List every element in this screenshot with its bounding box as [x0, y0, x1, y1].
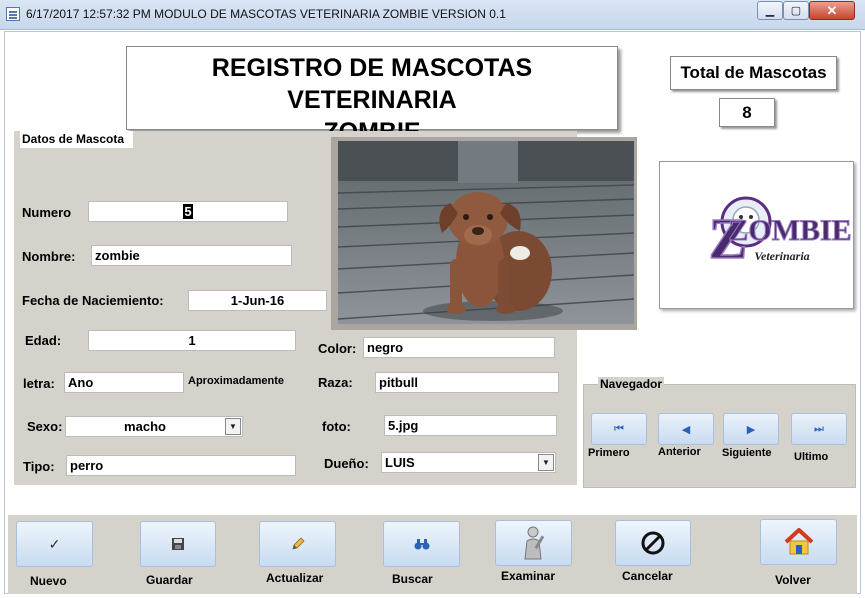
logo-sub: Veterinaria: [754, 249, 809, 263]
color-label: Color:: [318, 341, 357, 356]
check-icon: ✓: [48, 535, 61, 552]
total-mascotas-label: Total de Mascotas: [670, 56, 837, 90]
buscar-label: Buscar: [392, 572, 433, 586]
first-record-label: Primero: [588, 447, 630, 459]
pet-photo-drawing: [338, 141, 634, 324]
chevron-down-icon[interactable]: ▼: [225, 418, 241, 435]
volver-button[interactable]: [760, 519, 837, 565]
save-icon: [172, 538, 184, 550]
nombre-field[interactable]: zombie: [91, 245, 292, 266]
prev-icon: ◀: [681, 423, 691, 436]
skip-first-icon: ⏮: [614, 422, 624, 435]
cancel-icon: [641, 531, 665, 555]
actualizar-button[interactable]: [259, 521, 336, 567]
navegador-legend: Navegador: [598, 377, 665, 391]
actualizar-label: Actualizar: [266, 571, 324, 585]
maximize-icon: ▢: [790, 5, 802, 17]
numero-value: 5: [183, 204, 193, 219]
cancelar-label: Cancelar: [622, 569, 673, 583]
home-icon: [784, 528, 813, 555]
aproximadamente-label: Aproximadamente: [188, 375, 284, 387]
total-mascotas-value: 8: [719, 98, 775, 127]
person-wrench-icon: [523, 526, 544, 560]
zombie-logo: Z ZOMBIE Veterinaria: [659, 161, 854, 309]
nuevo-label: Nuevo: [30, 574, 67, 588]
fecha-nacimiento-field[interactable]: 1-Jun-16: [188, 290, 327, 311]
datos-mascota-legend: Datos de Mascota: [20, 131, 133, 148]
close-icon: ✕: [826, 2, 838, 18]
tipo-label: Tipo:: [23, 459, 55, 474]
sexo-value: macho: [124, 419, 166, 434]
fecha-nacimiento-label: Fecha de Naciemiento:: [22, 293, 164, 308]
first-record-button[interactable]: ⏮: [591, 413, 647, 445]
nuevo-button[interactable]: ✓: [16, 521, 93, 567]
skip-last-icon: ⏭: [814, 422, 824, 435]
logo-word: ZOMBIE: [728, 214, 851, 247]
close-button[interactable]: ✕: [809, 1, 855, 20]
color-field[interactable]: negro: [363, 337, 555, 358]
next-record-button[interactable]: ▶: [723, 413, 779, 445]
page-title: REGISTRO DE MASCOTAS VETERINARIA ZOMBIE: [126, 46, 618, 146]
sexo-label: Sexo:: [27, 419, 63, 434]
prev-record-label: Anterior: [658, 446, 701, 458]
guardar-button[interactable]: [140, 521, 216, 567]
window-title: 6/17/2017 12:57:32 PM MODULO DE MASCOTAS…: [26, 7, 506, 21]
form-icon: [6, 7, 20, 21]
last-record-label: Ultimo: [794, 451, 829, 463]
foto-field[interactable]: 5.jpg: [384, 415, 557, 436]
sexo-select[interactable]: macho ▼: [65, 416, 243, 437]
pet-photo: [338, 141, 634, 324]
maximize-button[interactable]: ▢: [783, 1, 809, 20]
minimize-button[interactable]: ▁: [757, 1, 783, 20]
dueno-label: Dueño:: [324, 456, 369, 471]
next-icon: ▶: [746, 423, 756, 436]
next-record-label: Siguiente: [722, 447, 772, 459]
examinar-button[interactable]: [495, 520, 572, 566]
binoculars-icon: [414, 539, 429, 550]
dueno-value: LUIS: [385, 455, 415, 470]
window-titlebar[interactable]: 6/17/2017 12:57:32 PM MODULO DE MASCOTAS…: [0, 0, 865, 30]
numero-field[interactable]: 5: [88, 201, 288, 222]
volver-label: Volver: [775, 573, 811, 587]
raza-field[interactable]: pitbull: [375, 372, 559, 393]
cancelar-button[interactable]: [615, 520, 691, 566]
zombie-logo-drawing: Z ZOMBIE Veterinaria: [708, 196, 852, 272]
dueno-select[interactable]: LUIS ▼: [381, 452, 556, 473]
examinar-label: Examinar: [501, 569, 556, 583]
last-record-button[interactable]: ⏭: [791, 413, 847, 445]
page-title-line1: REGISTRO DE MASCOTAS VETERINARIA: [211, 54, 533, 114]
edad-field[interactable]: 1: [88, 330, 296, 351]
chevron-down-icon[interactable]: ▼: [538, 454, 554, 471]
prev-record-button[interactable]: ◀: [658, 413, 714, 445]
guardar-label: Guardar: [146, 573, 193, 587]
letra-label: letra:: [23, 376, 55, 391]
raza-label: Raza:: [318, 375, 353, 390]
edad-label: Edad:: [25, 333, 62, 348]
nombre-label: Nombre:: [22, 249, 76, 264]
pencil-icon: [291, 537, 305, 550]
foto-label: foto:: [322, 419, 351, 434]
numero-label: Numero: [22, 205, 72, 220]
buscar-button[interactable]: [383, 521, 460, 567]
letra-field[interactable]: Ano: [64, 372, 184, 393]
tipo-field[interactable]: perro: [66, 455, 296, 476]
minimize-icon: ▁: [765, 5, 775, 17]
